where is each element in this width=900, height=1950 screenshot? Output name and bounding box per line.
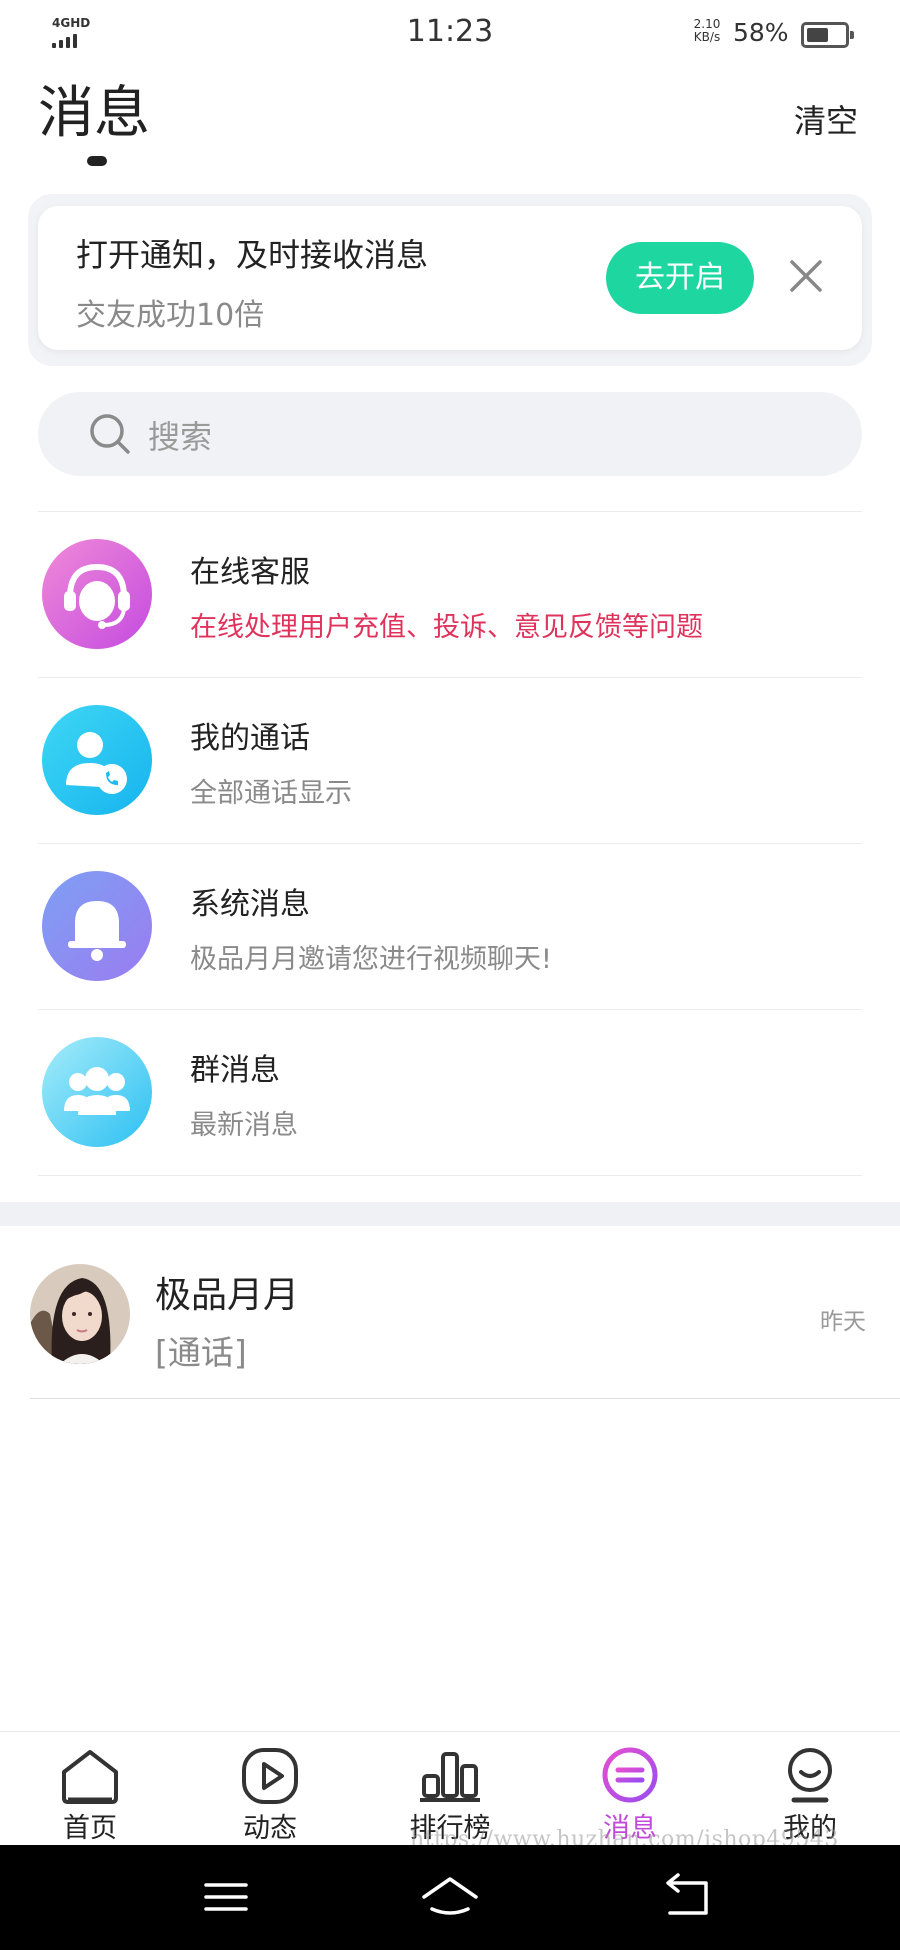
page-title: 消息 — [38, 81, 150, 146]
play-icon — [242, 1748, 298, 1804]
list-item-subtitle: 在线处理用户充值、投诉、意见反馈等问题 — [190, 612, 703, 643]
search-icon — [88, 412, 132, 456]
list-item-subtitle: 极品月月邀请您进行视频聊天! — [190, 944, 552, 975]
notification-card: 打开通知，及时接收消息 交友成功10倍 去开启 — [38, 206, 862, 350]
system-nav-bar — [0, 1845, 900, 1950]
group-icon — [42, 1037, 152, 1147]
list-item-title: 群消息 — [190, 1053, 280, 1088]
battery-icon — [801, 22, 854, 48]
notification-title: 打开通知，及时接收消息 — [76, 236, 429, 274]
avatar — [30, 1264, 130, 1364]
notification-banner: 打开通知，及时接收消息 交友成功10倍 去开启 — [28, 194, 872, 366]
divider — [38, 1175, 862, 1176]
message-time: 昨天 — [820, 1309, 866, 1335]
home-icon — [62, 1750, 118, 1804]
message-icon — [602, 1747, 658, 1803]
list-item-title: 在线客服 — [190, 555, 310, 590]
back-icon[interactable] — [656, 1871, 716, 1923]
status-bar: 4GHD 11:23 2.10 KB/s 58% — [0, 0, 900, 66]
contact-name: 极品月月 — [155, 1275, 300, 1316]
bell-icon — [42, 871, 152, 981]
divider — [30, 1398, 900, 1399]
user-phone-icon — [42, 705, 152, 815]
battery-percentage: 58% — [733, 18, 789, 47]
last-message: [通话] — [155, 1333, 247, 1372]
network-speed: 2.10 KB/s — [690, 18, 724, 44]
list-item-group-messages[interactable]: 群消息 最新消息 — [0, 1009, 900, 1174]
section-separator — [0, 1202, 900, 1226]
list-item-subtitle: 最新消息 — [190, 1110, 298, 1141]
list-item-my-calls[interactable]: 我的通话 全部通话显示 — [0, 677, 900, 842]
home-nav-icon[interactable] — [420, 1871, 480, 1923]
search-placeholder: 搜索 — [148, 418, 213, 456]
notification-subtitle: 交友成功10倍 — [76, 298, 265, 333]
list-item-title: 我的通话 — [190, 721, 310, 756]
clear-button[interactable]: 清空 — [794, 96, 858, 142]
tab-label: 首页 — [63, 1813, 117, 1844]
close-icon[interactable] — [786, 256, 826, 296]
tab-label: 动态 — [243, 1813, 297, 1844]
list-item-system-messages[interactable]: 系统消息 极品月月邀请您进行视频聊天! — [0, 843, 900, 1008]
profile-icon — [788, 1748, 832, 1803]
ranking-icon — [420, 1752, 480, 1802]
network-speed-unit: KB/s — [693, 30, 721, 44]
search-input[interactable]: 搜索 — [38, 392, 862, 476]
menu-icon[interactable] — [196, 1871, 256, 1923]
list-item-customer-service[interactable]: 在线客服 在线处理用户充值、投诉、意见反馈等问题 — [0, 511, 900, 676]
list-item-subtitle: 全部通话显示 — [190, 778, 352, 809]
list-item-title: 系统消息 — [190, 887, 310, 922]
conversation-item[interactable]: 极品月月 [通话] 昨天 — [0, 1226, 900, 1398]
title-indicator — [87, 156, 107, 166]
enable-notifications-button[interactable]: 去开启 — [606, 242, 754, 314]
tab-feed[interactable]: 动态 — [180, 1732, 360, 1846]
headset-icon — [42, 539, 152, 649]
tab-home[interactable]: 首页 — [0, 1732, 180, 1846]
